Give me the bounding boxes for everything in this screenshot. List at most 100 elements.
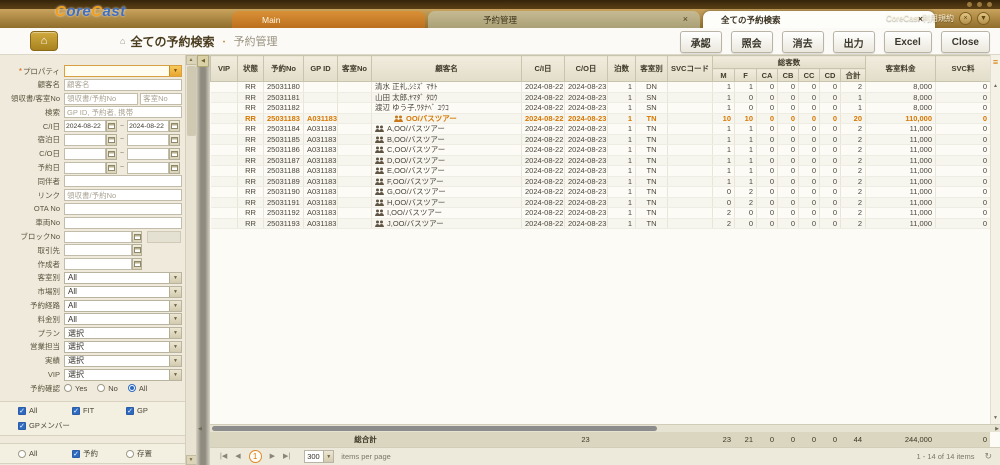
- link-input[interactable]: [64, 189, 182, 201]
- panel-splitter[interactable]: ◀: [196, 55, 210, 465]
- scroll-down-icon[interactable]: ▼: [186, 455, 197, 465]
- guest-name-input[interactable]: [64, 79, 182, 91]
- column-header-total[interactable]: 合計: [841, 69, 866, 82]
- scrollbar-thumb[interactable]: [187, 66, 196, 136]
- filter-option-All[interactable]: ✓All: [18, 406, 72, 415]
- client-input[interactable]: [64, 244, 132, 256]
- filter-option-GP[interactable]: ✓GP: [126, 406, 180, 415]
- chevron-down-icon[interactable]: ▼: [169, 301, 181, 311]
- column-header-ca[interactable]: CA: [757, 69, 778, 82]
- column-header-co-date[interactable]: C/O日: [565, 56, 608, 82]
- column-header-guest-name[interactable]: 顧客名: [372, 56, 522, 82]
- column-header-gp-id[interactable]: GP ID: [304, 56, 338, 82]
- radio-confirm-yes[interactable]: Yes: [64, 384, 87, 393]
- column-header-m[interactable]: M: [713, 69, 735, 82]
- room-type-select[interactable]: All▼: [64, 272, 182, 284]
- filter-option-All[interactable]: All: [18, 448, 72, 459]
- calendar-icon[interactable]: [106, 134, 117, 146]
- home-button[interactable]: ⌂: [30, 31, 58, 51]
- creator-input[interactable]: [64, 258, 132, 270]
- lookup-icon[interactable]: [132, 258, 142, 270]
- plan-select[interactable]: 選択▼: [64, 327, 182, 339]
- collapse-sidebar-icon[interactable]: ◀: [197, 55, 209, 67]
- column-header-room-no[interactable]: 客室No: [338, 56, 372, 82]
- market-select[interactable]: All▼: [64, 286, 182, 298]
- column-header-status[interactable]: 状態: [238, 56, 264, 82]
- column-header-cc[interactable]: CC: [799, 69, 820, 82]
- keyword-input[interactable]: [64, 106, 182, 118]
- scroll-up-icon[interactable]: ▲: [993, 83, 998, 89]
- chevron-down-icon[interactable]: ▼: [323, 451, 333, 462]
- lookup-icon[interactable]: [132, 244, 142, 256]
- companion-input[interactable]: [64, 175, 182, 187]
- table-row[interactable]: RR25031185A031183B,OO/バスツアー2024-08-22202…: [211, 134, 991, 145]
- ci-date-from-input[interactable]: [64, 120, 106, 132]
- chevron-down-icon[interactable]: ▼: [169, 356, 181, 366]
- excel-button[interactable]: Excel: [884, 31, 932, 53]
- table-row[interactable]: RR25031187A031183D,OO/バスツアー2024-08-22202…: [211, 155, 991, 166]
- column-header-f[interactable]: F: [735, 69, 757, 82]
- column-header-svc-code[interactable]: SVCコード: [668, 56, 713, 82]
- table-row[interactable]: RR25031189A031183F,OO/バスツアー2024-08-22202…: [211, 176, 991, 187]
- receipt-room-no-input[interactable]: [64, 93, 138, 105]
- ota-no-input[interactable]: [64, 203, 182, 215]
- calendar-icon[interactable]: [106, 120, 117, 132]
- inquiry-button[interactable]: 照会: [731, 31, 773, 53]
- pager-first-icon[interactable]: |◀: [218, 451, 229, 463]
- performance-select[interactable]: 選択▼: [64, 355, 182, 367]
- scroll-up-icon[interactable]: ▲: [186, 55, 197, 65]
- filter-option-予約[interactable]: ✓予約: [72, 448, 126, 459]
- co-date-to-input[interactable]: [127, 148, 169, 160]
- current-page-badge[interactable]: 1: [249, 450, 262, 463]
- ci-date-to-input[interactable]: [127, 120, 169, 132]
- close-session-icon[interactable]: ×: [959, 12, 972, 25]
- column-header-vip[interactable]: VIP: [211, 56, 238, 82]
- column-header-reservation-no[interactable]: 予約No: [264, 56, 304, 82]
- co-date-from-input[interactable]: [64, 148, 106, 160]
- export-button[interactable]: 出力: [833, 31, 875, 53]
- filter-option-GPメンバー[interactable]: ✓GPメンバー: [18, 420, 128, 431]
- booking-date-to-input[interactable]: [127, 162, 169, 174]
- chevron-down-icon[interactable]: ▼: [169, 342, 181, 352]
- close-button[interactable]: Close: [941, 31, 990, 53]
- table-row[interactable]: RR25031183A031183OO/バスツアー2024-08-222024-…: [211, 113, 991, 124]
- radio-confirm-no[interactable]: No: [97, 384, 118, 393]
- sales-rep-select[interactable]: 選択▼: [64, 341, 182, 353]
- scroll-right-icon[interactable]: ▶: [995, 425, 999, 433]
- column-header-nights[interactable]: 泊数: [608, 56, 636, 82]
- booking-date-from-input[interactable]: [64, 162, 106, 174]
- window-control-icons[interactable]: [967, 2, 992, 7]
- table-row[interactable]: RR25031191A031183H,OO/バスツアー2024-08-22202…: [211, 197, 991, 208]
- tab-close-icon[interactable]: ×: [681, 15, 690, 24]
- pager-next-icon[interactable]: ▶: [268, 451, 277, 463]
- column-header-ci-date[interactable]: C/I日: [522, 56, 565, 82]
- refresh-icon[interactable]: ↻: [984, 451, 992, 462]
- scroll-left-icon[interactable]: ◀: [198, 425, 202, 433]
- chevron-down-icon[interactable]: ▼: [169, 287, 181, 297]
- property-combobox[interactable]: ▼: [64, 65, 182, 77]
- lookup-icon[interactable]: [132, 231, 142, 243]
- scrollbar-thumb[interactable]: [212, 426, 657, 431]
- tab-reservation-management[interactable]: 予約管理×: [428, 11, 700, 28]
- column-header-cb[interactable]: CB: [778, 69, 799, 82]
- sidebar-scrollbar[interactable]: ▲ ▼: [185, 55, 196, 465]
- calendar-icon[interactable]: [106, 148, 117, 160]
- pager-prev-icon[interactable]: ◀: [233, 451, 242, 463]
- calendar-icon[interactable]: [106, 162, 117, 174]
- table-row[interactable]: RR25031184A031183A,OO/バスツアー2024-08-22202…: [211, 124, 991, 135]
- chevron-down-icon[interactable]: ▼: [169, 370, 181, 380]
- column-header-cd[interactable]: CD: [820, 69, 841, 82]
- stay-date-to-input[interactable]: [127, 134, 169, 146]
- column-menu-icon[interactable]: ≡: [993, 57, 998, 67]
- table-row[interactable]: RR25031181山田 太郎,ﾔﾏﾀﾞ ﾀﾛｳ2024-08-222024-0…: [211, 92, 991, 103]
- scroll-down-icon[interactable]: ▼: [993, 415, 998, 421]
- calendar-icon[interactable]: [169, 162, 180, 174]
- calendar-icon[interactable]: [169, 148, 180, 160]
- channel-select[interactable]: All▼: [64, 300, 182, 312]
- table-row[interactable]: RR25031186A031183C,OO/バスツアー2024-08-22202…: [211, 145, 991, 156]
- column-header-room-type[interactable]: 客室別: [636, 56, 668, 82]
- calendar-icon[interactable]: [169, 134, 180, 146]
- approve-button[interactable]: 承認: [680, 31, 722, 53]
- page-size-select[interactable]: 300 ▼: [304, 450, 334, 463]
- table-row[interactable]: RR25031193A031183J,OO/バスツアー2024-08-22202…: [211, 218, 991, 229]
